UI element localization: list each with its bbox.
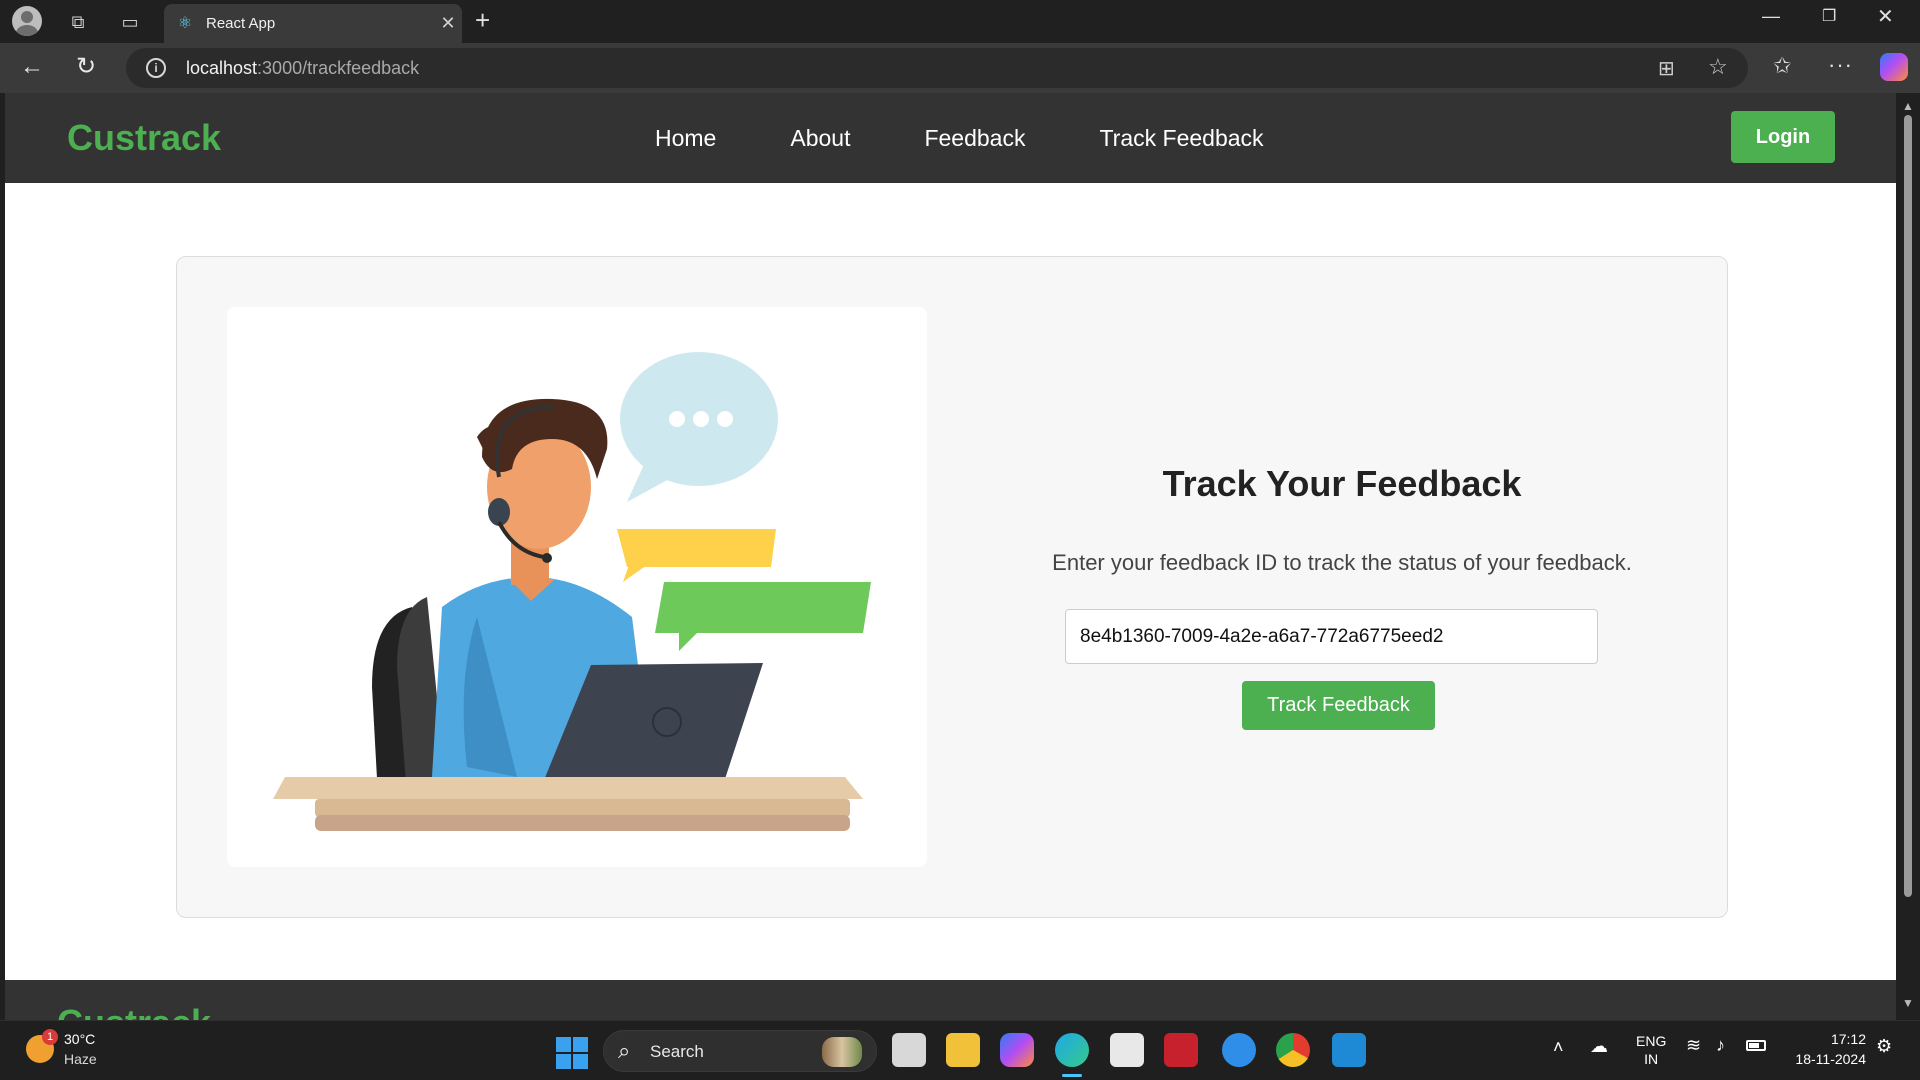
search-label: Search — [650, 1042, 704, 1061]
tab-actions-icon[interactable]: ▭ — [114, 6, 146, 38]
search-highlight-icon — [822, 1037, 862, 1067]
url-text[interactable]: localhost:3000/trackfeedback — [186, 58, 419, 79]
more-options-icon[interactable]: ··· — [1828, 52, 1853, 78]
vscode-icon[interactable] — [1332, 1033, 1366, 1067]
scroll-up-icon[interactable]: ▲ — [1902, 99, 1914, 113]
site-info-icon[interactable]: i — [146, 58, 166, 78]
feedback-id-input[interactable] — [1065, 609, 1598, 664]
language-line1: ENG — [1636, 1033, 1667, 1049]
browser-toolbar: ← ↻ i localhost:3000/trackfeedback ⊞ ☆ ✩… — [0, 43, 1920, 93]
support-agent-illustration — [227, 307, 927, 867]
clock-time[interactable]: 17:12 — [1812, 1031, 1866, 1047]
scroll-thumb[interactable] — [1904, 115, 1912, 897]
page-scrollbar[interactable]: ▲ ▼ — [1896, 93, 1920, 1020]
page-title: Track Your Feedback — [1162, 463, 1522, 504]
search-icon: ⌕ — [618, 1038, 631, 1063]
track-feedback-card: Track Your Feedback Enter your feedback … — [176, 256, 1728, 918]
copilot-app-icon[interactable] — [1000, 1033, 1034, 1067]
wifi-icon[interactable]: ≋ — [1686, 1035, 1701, 1056]
favorite-star-icon[interactable]: ☆ — [1708, 54, 1728, 80]
nav-link-home[interactable]: Home — [655, 125, 716, 152]
browser-titlebar: ⧉ ▭ ⚛ React App ✕ + — ❐ ✕ — [0, 0, 1920, 43]
window-close-icon[interactable]: ✕ — [1877, 4, 1894, 29]
tab-title: React App — [206, 15, 276, 32]
onedrive-icon[interactable]: ☁ — [1590, 1036, 1608, 1057]
workspaces-icon[interactable]: ⧉ — [62, 6, 94, 38]
page-subtitle: Enter your feedback ID to track the stat… — [1052, 550, 1632, 575]
weather-badge: 1 — [42, 1029, 58, 1045]
show-hidden-icons-icon[interactable]: ˄ — [1553, 1037, 1564, 1058]
chrome-icon[interactable] — [1276, 1033, 1310, 1067]
microsoft-store-icon[interactable] — [1110, 1033, 1144, 1067]
taskbar-search[interactable]: ⌕ Search — [603, 1030, 877, 1072]
track-form-area: Track Your Feedback Enter your feedback … — [977, 257, 1707, 919]
nav-link-about[interactable]: About — [790, 125, 850, 152]
get-help-icon[interactable] — [1222, 1033, 1256, 1067]
site-navbar: Custrack Home About Feedback Track Feedb… — [5, 93, 1896, 183]
url-path: :3000/trackfeedback — [257, 58, 420, 78]
back-icon[interactable]: ← — [20, 53, 44, 81]
track-feedback-button[interactable]: Track Feedback — [1242, 681, 1435, 730]
favorites-icon[interactable]: ✩ — [1773, 53, 1791, 79]
profile-icon[interactable] — [12, 6, 42, 36]
battery-icon[interactable] — [1746, 1040, 1766, 1051]
footer-brand: Custrack — [57, 1002, 211, 1020]
page-viewport: Custrack Home About Feedback Track Feedb… — [5, 93, 1896, 1020]
nav-links: Home About Feedback Track Feedback — [655, 125, 1338, 152]
file-explorer-icon[interactable] — [946, 1033, 980, 1067]
weather-temperature[interactable]: 30°C — [64, 1031, 95, 1047]
login-button[interactable]: Login — [1731, 111, 1835, 163]
task-view-icon[interactable] — [892, 1033, 926, 1067]
minimize-icon[interactable]: — — [1762, 6, 1780, 27]
support-agent-image — [273, 352, 871, 831]
edge-icon[interactable] — [1055, 1033, 1089, 1067]
language-indicator[interactable]: ENG IN — [1636, 1032, 1666, 1068]
language-line2: IN — [1644, 1051, 1659, 1067]
address-bar[interactable]: i localhost:3000/trackfeedback ⊞ ☆ — [126, 48, 1748, 88]
copilot-icon[interactable] — [1880, 53, 1908, 81]
scroll-down-icon[interactable]: ▼ — [1902, 996, 1914, 1010]
app-available-icon[interactable]: ⊞ — [1658, 56, 1675, 81]
windows-taskbar: 1 30°C Haze ⌕ Search ˄ ☁ ENG IN ≋ ♪ 17:1… — [0, 1020, 1920, 1080]
windows-start-icon[interactable] — [556, 1037, 588, 1069]
reload-icon[interactable]: ↻ — [76, 52, 96, 81]
nav-link-track-feedback[interactable]: Track Feedback — [1099, 125, 1263, 152]
active-app-indicator — [1062, 1074, 1082, 1077]
restore-icon[interactable]: ❐ — [1822, 6, 1836, 26]
url-host: localhost — [186, 58, 258, 78]
browser-tab[interactable]: ⚛ React App ✕ — [164, 4, 462, 43]
clock-date[interactable]: 18-11-2024 — [1786, 1051, 1866, 1067]
brand-logo[interactable]: Custrack — [67, 117, 221, 159]
weather-condition[interactable]: Haze — [64, 1051, 97, 1067]
volume-icon[interactable]: ♪ — [1716, 1035, 1725, 1056]
site-footer: Custrack — [5, 980, 1896, 1020]
new-tab-icon[interactable]: + — [475, 5, 490, 36]
mcafee-icon[interactable] — [1164, 1033, 1198, 1067]
react-favicon-icon: ⚛ — [177, 14, 193, 32]
close-tab-icon[interactable]: ✕ — [434, 13, 462, 34]
nav-link-feedback[interactable]: Feedback — [924, 125, 1025, 152]
notifications-icon[interactable]: ⚙ — [1876, 1036, 1892, 1057]
